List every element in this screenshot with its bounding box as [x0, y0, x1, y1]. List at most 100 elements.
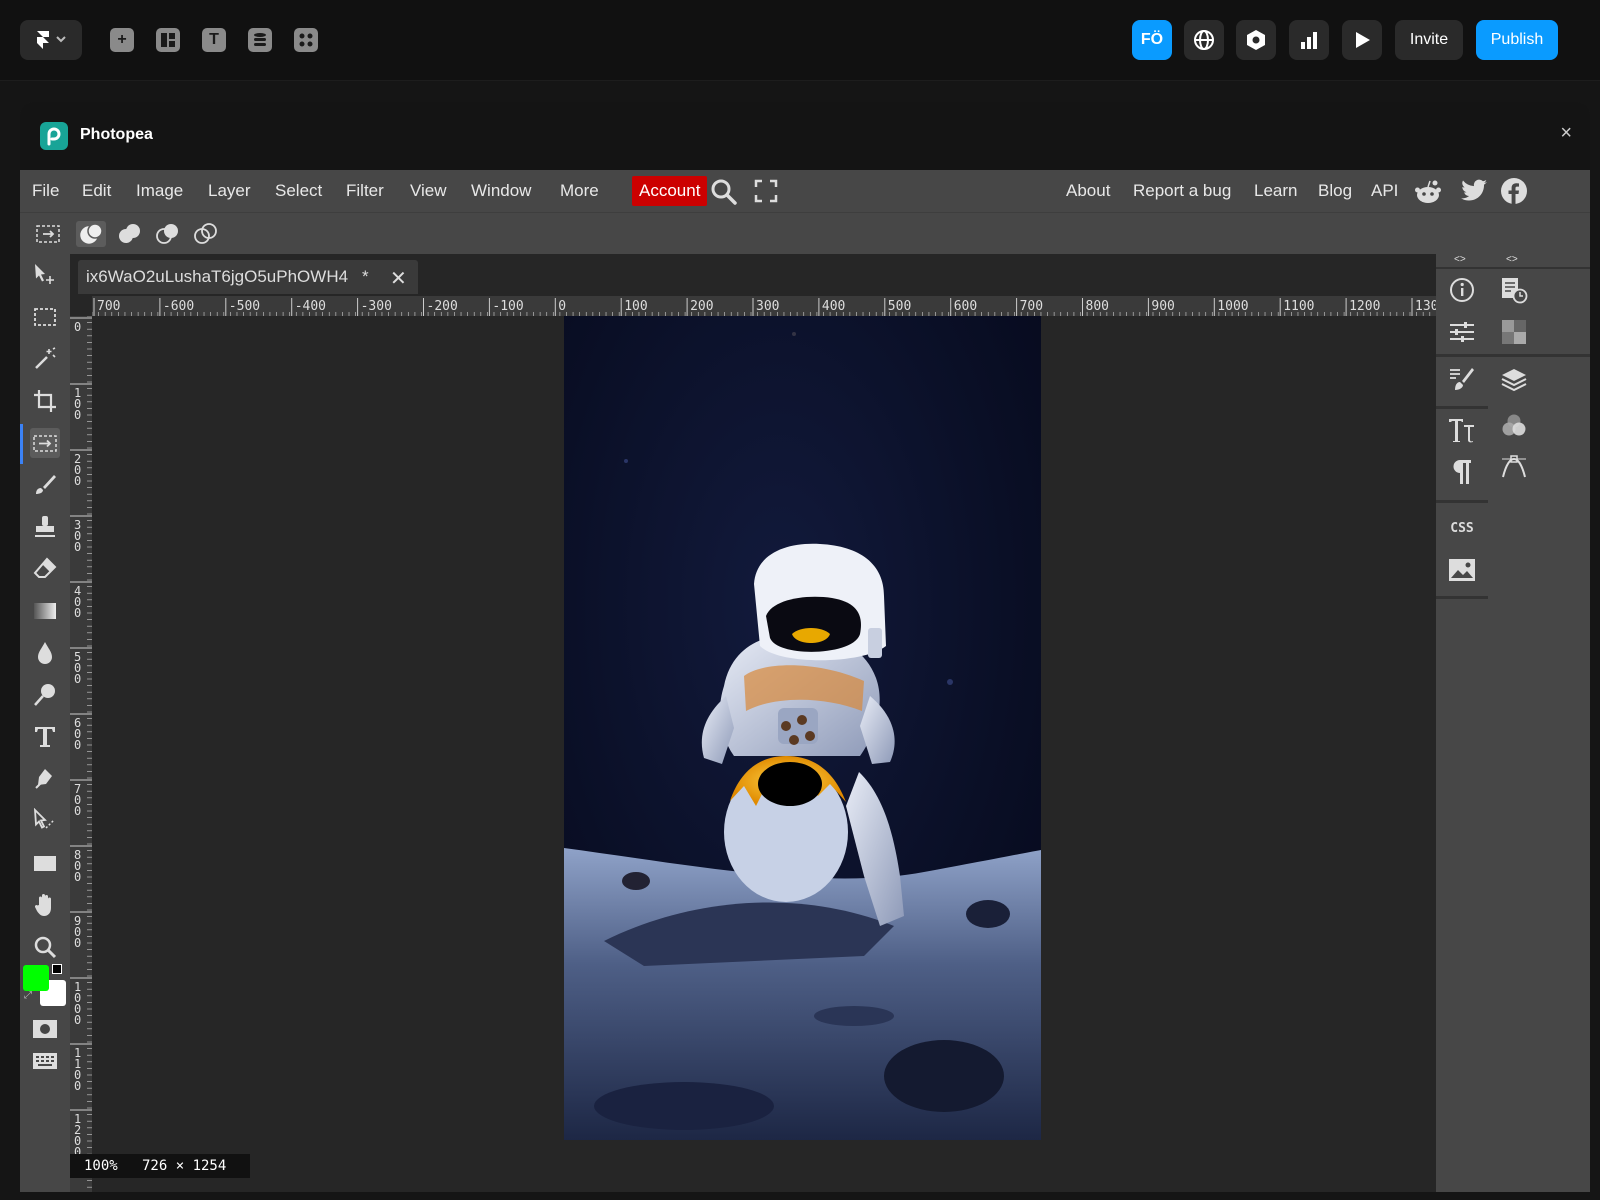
- ruler-label: 1100: [74, 1046, 81, 1093]
- selection-mode-intersect[interactable]: [190, 221, 220, 247]
- menu-about[interactable]: About: [1066, 181, 1110, 201]
- close-window-button[interactable]: ×: [1560, 122, 1572, 145]
- menu-select[interactable]: Select: [275, 181, 322, 201]
- adjustments-icon[interactable]: [1446, 316, 1478, 348]
- facebook-icon[interactable]: [1500, 177, 1528, 205]
- panel-divider: [1436, 500, 1488, 503]
- ruler-label: 800: [74, 848, 81, 884]
- menu-file[interactable]: File: [32, 181, 59, 201]
- ruler-label: 400: [822, 299, 845, 314]
- framer-menu-button[interactable]: [20, 20, 82, 60]
- menu-view[interactable]: View: [410, 181, 447, 201]
- menu-report-bug[interactable]: Report a bug: [1133, 181, 1231, 201]
- keyboard-icon[interactable]: [30, 1046, 60, 1076]
- menu-more[interactable]: More: [560, 181, 599, 201]
- eraser-icon[interactable]: [30, 554, 60, 584]
- site-settings-button[interactable]: [1184, 20, 1224, 60]
- type-icon[interactable]: [30, 722, 60, 752]
- marquee-icon[interactable]: [30, 302, 60, 332]
- layout-icon[interactable]: [156, 28, 180, 52]
- layers-icon[interactable]: [1498, 364, 1530, 396]
- user-avatar[interactable]: FÖ: [1132, 20, 1172, 60]
- ruler-label: 900: [74, 914, 81, 950]
- plugins-icon[interactable]: [294, 28, 318, 52]
- zoom-icon[interactable]: [30, 932, 60, 962]
- collapse-toggle-left[interactable]: <>: [1454, 254, 1466, 265]
- foreground-color-swatch[interactable]: [23, 965, 49, 991]
- panel-divider: [1436, 267, 1590, 269]
- selection-mode-subtract[interactable]: [152, 221, 182, 247]
- default-colors-icon[interactable]: [52, 964, 62, 974]
- menu-learn[interactable]: Learn: [1254, 181, 1297, 201]
- css-panel-icon[interactable]: CSS: [1446, 512, 1478, 544]
- zoom-level[interactable]: 100%: [84, 1158, 118, 1174]
- swap-colors-icon[interactable]: ⤢: [24, 990, 36, 1002]
- preview-button[interactable]: [1342, 20, 1382, 60]
- shape-icon[interactable]: [30, 848, 60, 878]
- canvas-image[interactable]: [564, 316, 1041, 1140]
- channels-icon[interactable]: [1498, 410, 1530, 442]
- menu-filter[interactable]: Filter: [346, 181, 384, 201]
- stamp-icon[interactable]: [30, 512, 60, 542]
- publish-button[interactable]: Publish: [1476, 20, 1558, 60]
- gradient-icon[interactable]: [30, 596, 60, 626]
- document-tab-title: ix6WaO2uLushaT6jgO5uPhOWH4.: [86, 267, 348, 286]
- photopea-window: Photopea × File Edit Image Layer Select …: [20, 102, 1590, 1192]
- ruler-label: 1200: [1349, 299, 1380, 314]
- close-tab-icon[interactable]: ✕: [390, 266, 407, 291]
- menu-account[interactable]: Account: [632, 176, 708, 206]
- cms-icon[interactable]: [248, 28, 272, 52]
- twitter-icon[interactable]: [1460, 179, 1488, 203]
- brush-settings-icon[interactable]: [1446, 364, 1478, 396]
- swatches-icon[interactable]: [1498, 316, 1530, 348]
- horizontal-ruler: 700 -600 -500 -400 -300 -200 -100 0 100 200 300 400…: [92, 296, 1462, 316]
- hand-icon[interactable]: [30, 890, 60, 920]
- pen-icon[interactable]: [30, 764, 60, 794]
- fullscreen-icon[interactable]: [754, 179, 778, 203]
- selection-mode-add[interactable]: [114, 221, 144, 247]
- move-icon[interactable]: [30, 260, 60, 290]
- menu-api[interactable]: API: [1371, 181, 1398, 201]
- settings-button[interactable]: [1236, 20, 1276, 60]
- crop-icon[interactable]: [30, 386, 60, 416]
- paths-icon[interactable]: [1498, 452, 1530, 484]
- menu-window[interactable]: Window: [471, 181, 531, 201]
- document-tab[interactable]: ix6WaO2uLushaT6jgO5uPhOWH4. * ✕: [78, 260, 418, 294]
- character-icon[interactable]: [1446, 414, 1478, 446]
- status-bar: 100% 726 × 1254: [70, 1154, 250, 1178]
- ruler-label: 200: [690, 299, 713, 314]
- ruler-label: 700: [97, 299, 120, 314]
- ruler-label: -400: [295, 299, 326, 314]
- ruler-label: 100: [74, 386, 81, 422]
- text-tool-icon[interactable]: T: [202, 28, 226, 52]
- menu-blog[interactable]: Blog: [1318, 181, 1352, 201]
- collapse-toggle-right[interactable]: <>: [1506, 254, 1518, 265]
- insert-icon[interactable]: +: [110, 28, 134, 52]
- menu-edit[interactable]: Edit: [82, 181, 111, 201]
- astronaut-artwork: [564, 316, 1041, 1140]
- blur-icon[interactable]: [30, 638, 60, 668]
- reddit-icon[interactable]: [1414, 178, 1442, 206]
- brush-icon[interactable]: [30, 470, 60, 500]
- photopea-logo-icon: [40, 122, 68, 150]
- dodge-icon[interactable]: [30, 680, 60, 710]
- history-icon[interactable]: [1498, 274, 1530, 306]
- paragraph-icon[interactable]: [1446, 456, 1478, 488]
- search-icon[interactable]: [710, 178, 738, 206]
- menu-image[interactable]: Image: [136, 181, 183, 201]
- magic-wand-icon[interactable]: [30, 344, 60, 374]
- panel-divider: [1436, 596, 1488, 599]
- image-panel-icon[interactable]: [1446, 554, 1478, 586]
- info-icon[interactable]: [1446, 274, 1478, 306]
- selection-mode-new[interactable]: [76, 221, 106, 247]
- invite-button[interactable]: Invite: [1395, 20, 1463, 60]
- quick-mask-icon[interactable]: [30, 1014, 60, 1044]
- menu-layer[interactable]: Layer: [208, 181, 251, 201]
- analytics-button[interactable]: [1289, 20, 1329, 60]
- ruler-label: -600: [163, 299, 194, 314]
- ruler-label: 600: [954, 299, 977, 314]
- transform-icon[interactable]: [30, 428, 60, 458]
- right-panel-dock: <> <> CSS: [1436, 254, 1590, 1192]
- path-select-icon[interactable]: [30, 806, 60, 836]
- tool-options-bar: [20, 212, 1590, 255]
